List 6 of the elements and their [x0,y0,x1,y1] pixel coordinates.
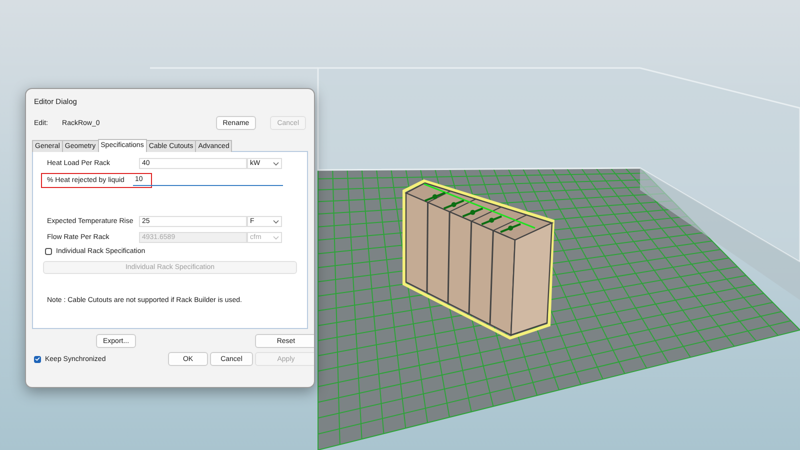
chevron-down-icon [273,162,279,166]
checkmark-icon [35,357,40,361]
checkbox[interactable] [34,356,41,362]
chevron-down-icon [273,220,279,224]
chevron-down-icon [273,236,279,240]
checkbox[interactable] [45,248,52,255]
